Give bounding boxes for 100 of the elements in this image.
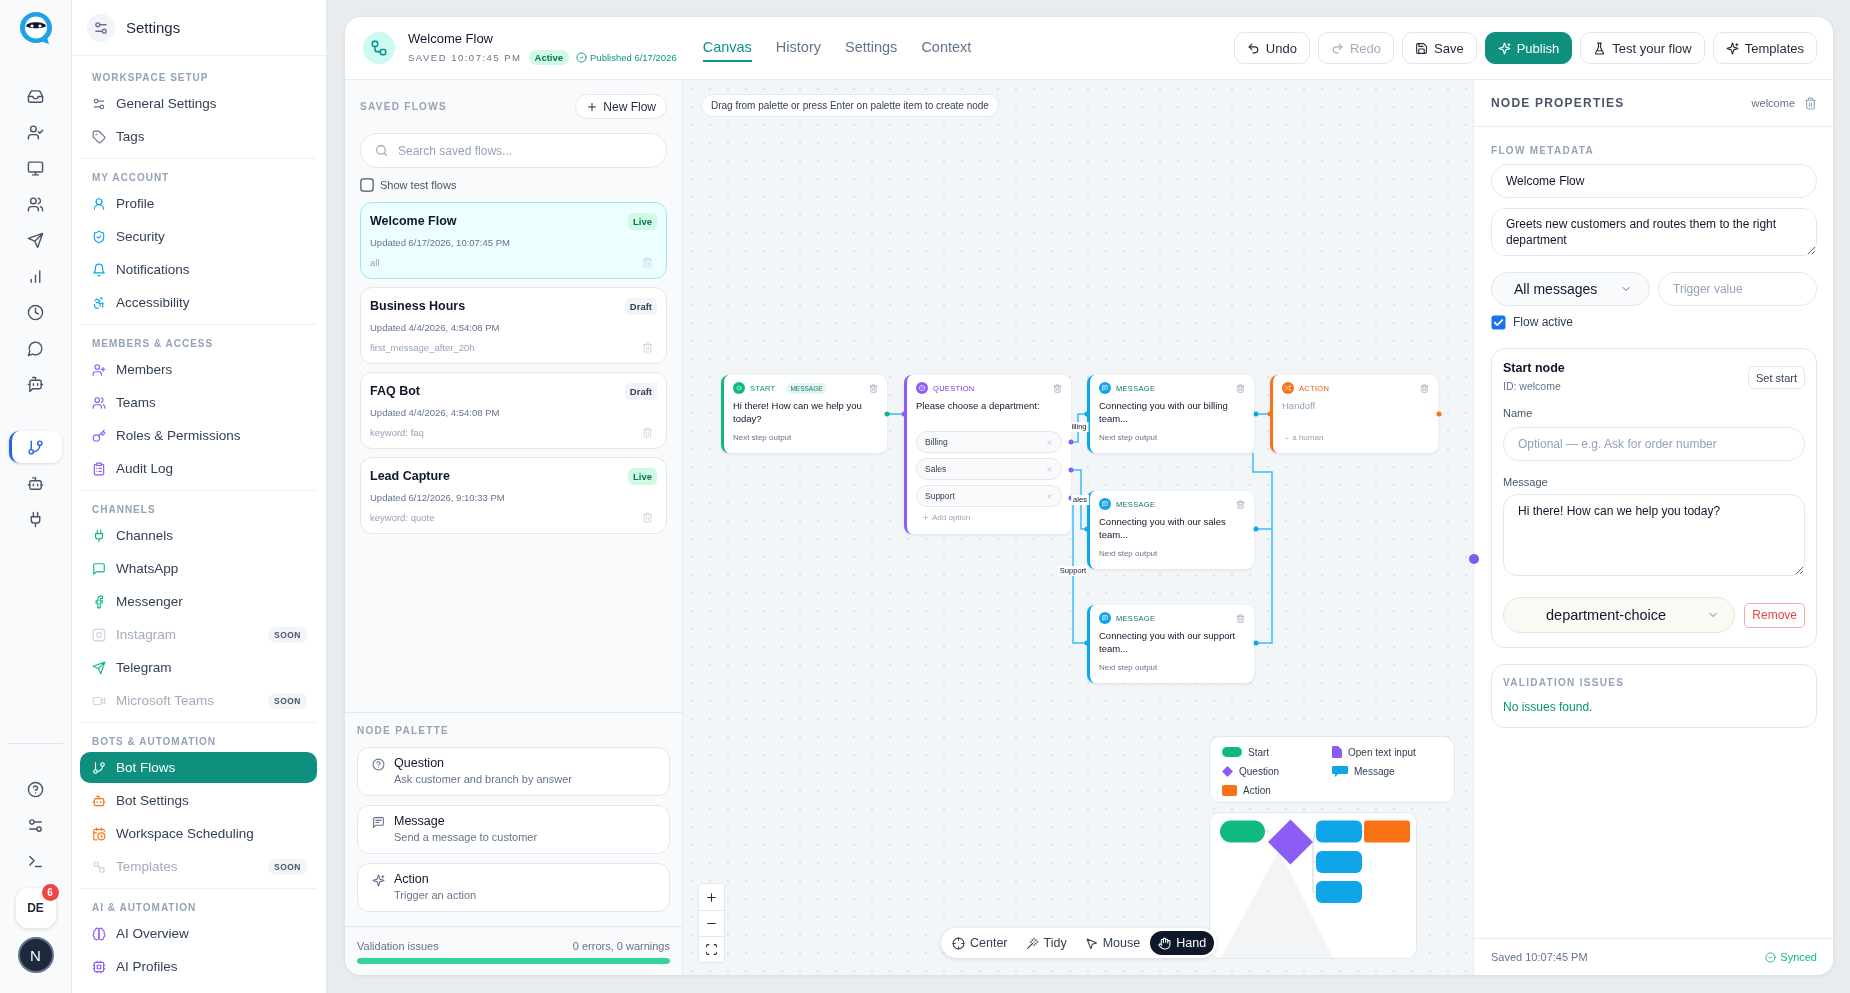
palette-item[interactable]: Action Trigger an action <box>357 863 670 912</box>
chat-bubble-icon <box>92 561 106 576</box>
palette-item-name: Action <box>394 872 430 886</box>
sliders-icon <box>27 816 44 834</box>
tag-icon <box>92 129 106 144</box>
trigger-value-input[interactable]: Trigger value <box>1658 272 1817 306</box>
flow-card[interactable]: Welcome Flow Live Updated 6/17/2026, 10:07:45 PM all <box>360 202 667 279</box>
flow-name: Welcome Flow <box>370 214 457 228</box>
undo-button[interactable]: Undo <box>1233 32 1310 64</box>
settings-nav-item[interactable]: Roles & Permissions <box>80 420 317 451</box>
node-text: Connecting you with our billing team... <box>1099 399 1229 425</box>
chat-bubble-icon <box>372 816 385 829</box>
connector-line <box>884 411 907 417</box>
test-flow-button[interactable]: Test your flow <box>1580 32 1705 64</box>
templates-button[interactable]: Templates <box>1712 32 1817 64</box>
option-chip[interactable]: Support <box>916 485 1062 507</box>
soon-badge: SOON <box>267 626 307 643</box>
node-name-input[interactable]: Optional — e.g. Ask for order number <box>1503 427 1805 461</box>
settings-nav-item[interactable]: AI Profiles <box>80 951 317 982</box>
user-check-icon <box>27 123 44 141</box>
node-footer-text: → a human <box>1282 433 1325 443</box>
question-circle-icon <box>372 758 385 771</box>
tool-button[interactable]: Hand <box>1150 931 1215 955</box>
chat-bubble-icon <box>1099 382 1111 394</box>
calendar-clock-icon <box>92 826 106 841</box>
node-card-title: Start node <box>1503 361 1565 376</box>
search-field[interactable]: Search saved flows... <box>360 133 667 168</box>
updated-time: Updated 4/4/2026, 4:54:08 PM <box>370 321 501 335</box>
check-circle-icon <box>1765 951 1777 963</box>
save-button[interactable]: Save <box>1402 32 1477 64</box>
option-chip[interactable]: Billing <box>916 431 1062 453</box>
settings-nav-item[interactable]: Teams <box>80 387 317 418</box>
field-label: Name <box>1503 406 1534 420</box>
settings-nav-item[interactable]: Accessibility <box>80 287 317 318</box>
tool-button[interactable]: Tidy <box>1017 931 1075 955</box>
settings-nav-item[interactable]: Workspace Scheduling <box>80 818 317 849</box>
settings-nav-item[interactable]: AI Overview <box>80 918 317 949</box>
tab[interactable]: Context <box>921 27 972 62</box>
trash-icon <box>1236 383 1245 393</box>
settings-nav-item[interactable]: Telegram <box>80 652 317 683</box>
flow-card[interactable]: Business Hours Draft Updated 4/4/2026, 4:54:08 PM first_message_after_20h <box>360 287 667 364</box>
option-chip[interactable]: Sales <box>916 458 1062 480</box>
flow-name: Lead Capture <box>370 469 450 483</box>
palette-item[interactable]: Message Send a message to customer <box>357 805 670 854</box>
route-icon <box>363 32 395 64</box>
section-label: FLOW METADATA <box>1491 144 1595 158</box>
tool-button[interactable]: Mouse <box>1076 931 1149 955</box>
checkbox[interactable] <box>1491 314 1506 330</box>
users-icon <box>27 195 44 213</box>
tool-button[interactable]: Center <box>944 931 1016 955</box>
settings-nav-item[interactable]: Bot Settings <box>80 785 317 816</box>
tab[interactable]: Settings <box>844 27 898 62</box>
rail-nav-button[interactable] <box>9 431 62 463</box>
status-badge: Live <box>628 212 657 230</box>
settings-nav-item[interactable]: Members <box>80 354 317 385</box>
updated-time: Updated 4/4/2026, 4:54:08 PM <box>370 406 501 420</box>
trash-icon <box>1236 499 1245 509</box>
section-label: MY ACCOUNT <box>91 171 171 185</box>
trigger-select[interactable]: All messages <box>1491 272 1650 306</box>
legend-label: Question <box>1239 765 1280 777</box>
tab[interactable]: History <box>775 27 821 62</box>
tab[interactable]: Canvas <box>702 27 752 62</box>
settings-nav-item[interactable]: Messenger <box>80 586 317 617</box>
app-logo[interactable] <box>17 10 54 46</box>
remove-button[interactable]: Remove <box>1744 602 1805 628</box>
settings-nav-item[interactable]: General Settings <box>80 88 317 119</box>
settings-nav-item[interactable]: Audit Log <box>80 453 317 484</box>
message-input[interactable]: Hi there! How can we help you today? <box>1503 494 1805 576</box>
account-avatar[interactable]: N <box>17 937 54 973</box>
handle-dot-icon[interactable] <box>1469 554 1479 564</box>
flow-card[interactable]: FAQ Bot Draft Updated 4/4/2026, 4:54:08 PM keyword: faq <box>360 372 667 449</box>
sparkle-icon <box>1725 41 1739 55</box>
sliders-icon <box>92 96 106 111</box>
handle-dot-icon[interactable] <box>1436 411 1442 417</box>
node-text: Connecting you with our sales team... <box>1099 515 1227 541</box>
flow-name-input[interactable]: Welcome Flow <box>1491 164 1817 198</box>
publish-button[interactable]: Publish <box>1484 32 1573 64</box>
settings-nav-item[interactable]: Bot Flows <box>80 752 317 783</box>
new-flow-button[interactable]: New Flow <box>575 94 667 119</box>
flow-card[interactable]: Lead Capture Live Updated 6/12/2026, 9:10:33 PM keyword: quote <box>360 457 667 534</box>
settings-nav-item[interactable]: Tags <box>80 121 317 152</box>
trash-icon <box>1420 383 1429 393</box>
settings-nav-item[interactable]: Profile <box>80 188 317 219</box>
section-label: VALIDATION ISSUES <box>1503 676 1626 690</box>
chat-bubble-icon <box>1099 612 1111 624</box>
set-start-button[interactable]: Set start <box>1748 366 1805 389</box>
soon-badge: SOON <box>267 692 307 709</box>
settings-nav-item[interactable]: Notifications <box>80 254 317 285</box>
palette-item[interactable]: Question Ask customer and branch by answer <box>357 747 670 796</box>
settings-nav-item[interactable]: WhatsApp <box>80 553 317 584</box>
description-input[interactable]: Greets new customers and routes them to the right department <box>1491 208 1817 256</box>
checkbox[interactable] <box>360 178 374 192</box>
flow-name: FAQ Bot <box>370 384 420 398</box>
next-node-select[interactable]: department-choice <box>1503 597 1736 633</box>
settings-nav-item[interactable]: Security <box>80 221 317 252</box>
field-label: Message <box>1503 475 1549 489</box>
section-label: AI & AUTOMATION <box>91 901 198 915</box>
chip-icon <box>92 959 106 974</box>
settings-nav-item[interactable]: Channels <box>80 520 317 551</box>
user-icon <box>92 196 106 211</box>
